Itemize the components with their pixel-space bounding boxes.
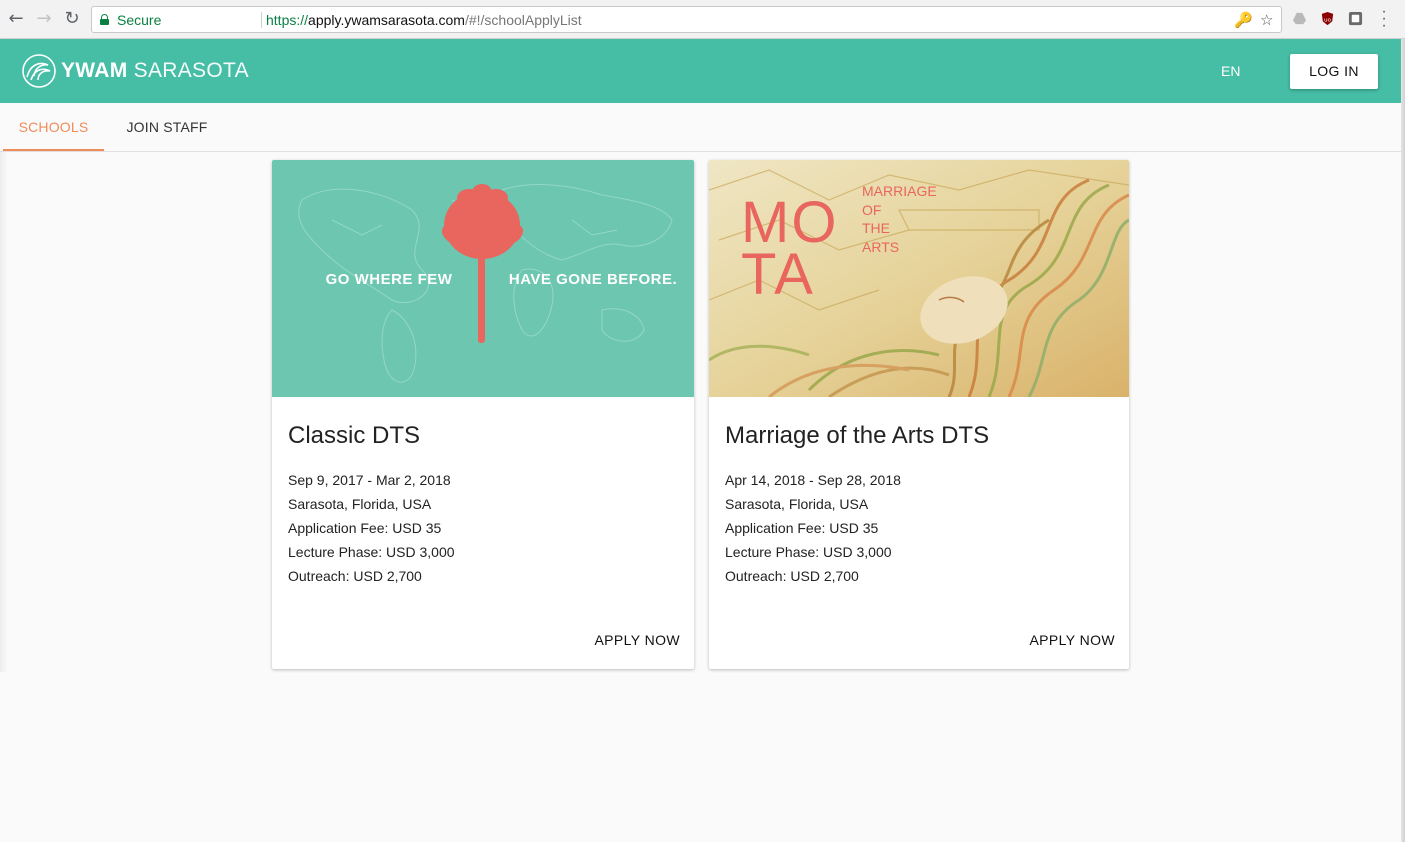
app-header: YWAM SARASOTA EN LOG IN [0, 39, 1405, 103]
active-tab-indicator [3, 149, 104, 151]
school-title: Marriage of the Arts DTS [725, 422, 990, 449]
divider [261, 12, 262, 28]
school-card-classic-dts: GO WHERE FEW HAVE GONE BEFORE. Classic D… [272, 160, 694, 669]
outreach-fee: Outreach: USD 2,700 [725, 568, 859, 584]
mota-artwork-image: MO TA MARRIAGE OF THE ARTS [709, 160, 1129, 397]
school-image-classic-dts[interactable]: GO WHERE FEW HAVE GONE BEFORE. [272, 160, 694, 397]
image-mota-line1: MARRIAGE [862, 183, 937, 199]
chrome-menu-icon[interactable]: · · · [1379, 4, 1389, 34]
world-map-palm-image: GO WHERE FEW HAVE GONE BEFORE. [272, 160, 694, 397]
url-text[interactable]: https://apply.ywamsarasota.com/#!/school… [266, 12, 582, 28]
tab-join-staff[interactable]: JOIN STAFF [112, 103, 222, 151]
language-selector[interactable]: EN [1221, 63, 1240, 79]
school-dates: Apr 14, 2018 - Sep 28, 2018 [725, 472, 901, 488]
wave-logo-icon [22, 54, 56, 88]
apply-now-button[interactable]: APPLY NOW [594, 632, 680, 648]
outreach-fee: Outreach: USD 2,700 [288, 568, 422, 584]
image-tagline-right: HAVE GONE BEFORE. [509, 271, 677, 288]
ublock-icon[interactable]: uo [1320, 11, 1335, 26]
browser-toolbar: ← → ↻ Secure https://apply.ywamsarasota.… [0, 0, 1405, 39]
drive-icon[interactable] [1292, 11, 1307, 26]
school-location: Sarasota, Florida, USA [725, 496, 869, 512]
school-title: Classic DTS [288, 422, 421, 449]
forward-icon[interactable]: → [34, 9, 54, 29]
brand-name-light: SARASOTA [133, 59, 249, 82]
secure-label: Secure [117, 12, 162, 28]
ywam-logo[interactable]: YWAM SARASOTA [21, 52, 249, 90]
image-mota-line2: OF [862, 202, 881, 218]
school-details: Sep 9, 2017 - Mar 2, 2018 Sarasota, Flor… [288, 468, 455, 588]
address-bar[interactable]: Secure https://apply.ywamsarasota.com/#!… [91, 6, 1282, 33]
tab-schools[interactable]: SCHOOLS [3, 103, 104, 151]
image-tagline-left: GO WHERE FEW [326, 271, 453, 288]
svg-text:uo: uo [1324, 17, 1332, 23]
key-icon[interactable]: 🔑 [1234, 11, 1253, 29]
image-mota-line3: THE [862, 220, 890, 236]
tab-bar: SCHOOLS JOIN STAFF [0, 103, 1405, 152]
lock-icon [100, 14, 109, 25]
reload-icon[interactable]: ↻ [62, 9, 82, 29]
edge-shadow [0, 152, 8, 672]
brand-name-bold: YWAM [61, 59, 128, 82]
star-icon[interactable]: ☆ [1260, 11, 1273, 29]
extension-icon[interactable] [1348, 11, 1363, 26]
application-fee: Application Fee: USD 35 [725, 520, 879, 536]
application-fee: Application Fee: USD 35 [288, 520, 442, 536]
school-location: Sarasota, Florida, USA [288, 496, 432, 512]
login-button[interactable]: LOG IN [1290, 54, 1378, 89]
window-edge [1401, 39, 1405, 842]
image-mota-bottom: TA [741, 242, 815, 307]
brand-name: YWAM SARASOTA [61, 59, 249, 83]
lecture-phase-fee: Lecture Phase: USD 3,000 [288, 544, 455, 560]
back-icon[interactable]: ← [6, 9, 26, 29]
school-details: Apr 14, 2018 - Sep 28, 2018 Sarasota, Fl… [725, 468, 901, 588]
image-mota-line4: ARTS [862, 239, 899, 255]
lecture-phase-fee: Lecture Phase: USD 3,000 [725, 544, 892, 560]
school-dates: Sep 9, 2017 - Mar 2, 2018 [288, 472, 451, 488]
apply-now-button[interactable]: APPLY NOW [1029, 632, 1115, 648]
school-image-mota[interactable]: MO TA MARRIAGE OF THE ARTS [709, 160, 1129, 397]
school-card-marriage-of-the-arts: MO TA MARRIAGE OF THE ARTS Marriage of t… [709, 160, 1129, 669]
